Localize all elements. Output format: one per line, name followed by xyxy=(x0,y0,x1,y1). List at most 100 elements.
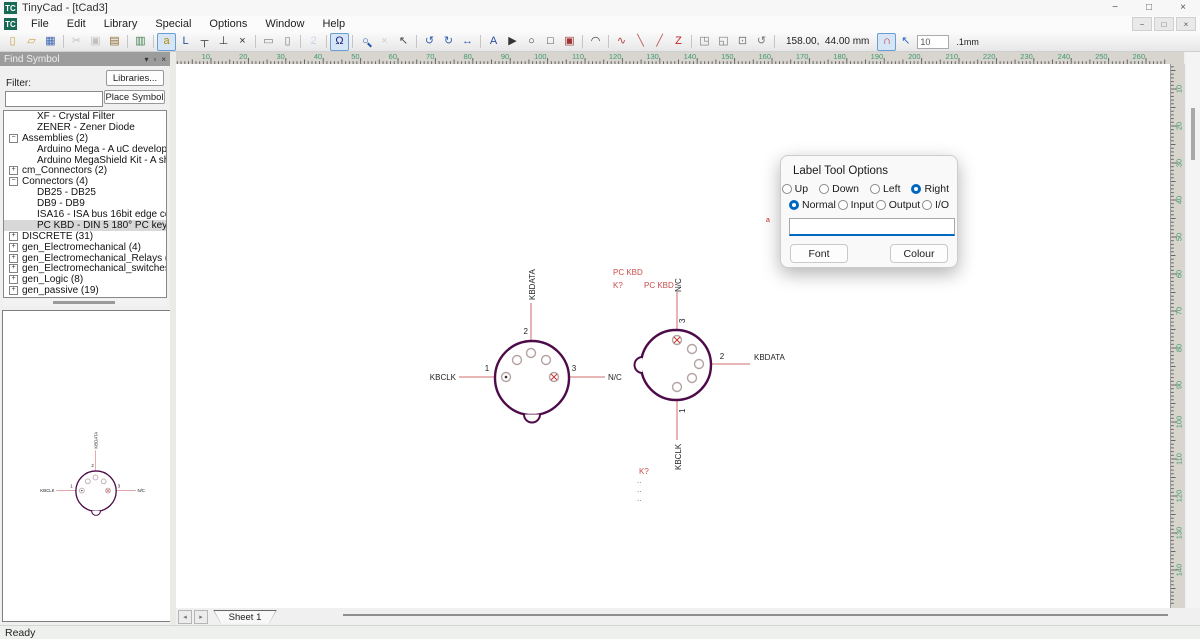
tree-item[interactable]: XF - Crystal Filter xyxy=(4,111,166,122)
toolbar-draw-line-back-button[interactable]: ╲ xyxy=(631,33,650,51)
minimize-icon[interactable]: − xyxy=(1098,0,1132,16)
toolbar-zoom-button[interactable]: ○ xyxy=(356,33,375,51)
mdi-close-icon[interactable]: × xyxy=(1176,17,1196,31)
toolbar-draw-rect-button[interactable]: □ xyxy=(541,33,560,51)
tree-item[interactable]: Arduino Mega - A uC developme xyxy=(4,144,166,155)
tree-item[interactable]: DB25 - DB25 xyxy=(4,187,166,198)
expand-icon[interactable]: + xyxy=(9,232,18,241)
radio-kind-io[interactable]: I/O xyxy=(922,199,949,211)
tree-item[interactable]: +cm_Connectors (2) xyxy=(4,165,166,176)
canvas-vscrollbar[interactable] xyxy=(1186,52,1200,608)
toolbar-draw-bus-button[interactable]: Z xyxy=(669,33,688,51)
toolbar-rotate-ccw-button[interactable]: ↺ xyxy=(420,33,439,51)
toolbar-draw-line-fwd-button[interactable]: ╱ xyxy=(650,33,669,51)
toolbar-ruler-v-button[interactable]: ▯ xyxy=(278,33,297,51)
collapse-icon[interactable]: − xyxy=(9,177,18,186)
tree-item[interactable]: −Connectors (4) xyxy=(4,176,166,187)
toolbar-delete-tool-button[interactable]: × xyxy=(233,33,252,51)
menu-file[interactable]: File xyxy=(22,16,58,32)
toolbar-save-button[interactable]: ▦ xyxy=(41,33,60,51)
toolbar-draw-arc-button[interactable]: ◠ xyxy=(586,33,605,51)
find-symbol-header[interactable]: Find Symbol ▾▫× xyxy=(0,52,170,66)
toolbar-ground-tool-button[interactable]: ⊥ xyxy=(214,33,233,51)
close-icon[interactable]: × xyxy=(161,55,166,64)
toolbar-open-button[interactable]: ▱ xyxy=(22,33,41,51)
toolbar-draw-polygon-button[interactable]: ▶ xyxy=(503,33,522,51)
expand-icon[interactable]: + xyxy=(9,275,18,284)
tree-item[interactable]: −Assemblies (2) xyxy=(4,133,166,144)
tree-item[interactable]: ISA16 - ISA bus 16bit edge conn xyxy=(4,209,166,220)
radio-direction-up[interactable]: Up xyxy=(782,183,808,195)
menu-library[interactable]: Library xyxy=(95,16,147,32)
menu-help[interactable]: Help xyxy=(313,16,354,32)
tree-item[interactable]: +gen_Logic (8) xyxy=(4,274,166,285)
tree-item[interactable]: +gen_Electromechanical (4) xyxy=(4,242,166,253)
close-icon[interactable]: × xyxy=(1166,0,1200,16)
tree-item[interactable]: DB9 - DB9 xyxy=(4,198,166,209)
menu-edit[interactable]: Edit xyxy=(58,16,95,32)
font-button[interactable]: Font xyxy=(790,244,848,263)
colour-button[interactable]: Colour xyxy=(890,244,948,263)
toolbar-pan-button[interactable]: ↖ xyxy=(896,33,915,51)
toolbar-print-button[interactable]: ▥ xyxy=(131,33,150,51)
mdi-restore-icon[interactable]: □ xyxy=(1154,17,1174,31)
toolbar-block-rotate-button[interactable]: ↺ xyxy=(752,33,771,51)
toolbar-paste-button[interactable]: ▤ xyxy=(105,33,124,51)
symbol-din-connector-left[interactable]: KBDATA KBCLK N/C 2 1 3 xyxy=(430,269,622,423)
toolbar-ruler-h-button[interactable]: ▭ xyxy=(259,33,278,51)
symbol-din-connector-left[interactable]: KBDATA KBCLK N/C 2 1 3 xyxy=(40,432,145,516)
label-text-input[interactable] xyxy=(789,218,955,236)
expand-icon[interactable]: + xyxy=(9,286,18,295)
toolbar-draw-label-button[interactable]: ▣ xyxy=(560,33,579,51)
tree-item[interactable]: +gen_passive (19) xyxy=(4,285,166,296)
tree-item[interactable]: +gen_Electromechanical_Relays (6) xyxy=(4,253,166,264)
toolbar-draw-wire-button[interactable]: ∿ xyxy=(612,33,631,51)
toolbar-select-cursor-button[interactable]: ↖ xyxy=(394,33,413,51)
toolbar-wire-tool-button[interactable]: L xyxy=(176,33,195,51)
tab-next-icon[interactable]: ▸ xyxy=(194,610,208,624)
tree-item[interactable]: ZENER - Zener Diode xyxy=(4,122,166,133)
tree-item-selected[interactable]: PC KBD - DIN 5 180° PC keyboar xyxy=(4,220,166,231)
toolbar-symbol-omega-button[interactable]: Ω xyxy=(330,33,349,51)
toolbar-block-copy-button[interactable]: ⊡ xyxy=(733,33,752,51)
expand-icon[interactable]: + xyxy=(9,264,18,273)
symbol-din-connector-right[interactable]: PC KBD K? PC KBD N/C 3 2 KBDATA 1 KBCLK xyxy=(613,268,785,503)
toolbar-new-button[interactable]: ▯ xyxy=(3,33,22,51)
radio-kind-input[interactable]: Input xyxy=(838,199,874,211)
radio-direction-right[interactable]: Right xyxy=(911,183,949,195)
radio-kind-normal[interactable]: Normal xyxy=(789,199,836,211)
radio-direction-down[interactable]: Down xyxy=(819,183,859,195)
toolbar-junction-tool-button[interactable]: ┬ xyxy=(195,33,214,51)
expand-icon[interactable]: + xyxy=(9,254,18,263)
expand-icon[interactable]: + xyxy=(9,166,18,175)
toolbar-text-tool-button[interactable]: a xyxy=(157,33,176,51)
menu-options[interactable]: Options xyxy=(200,16,256,32)
tab-prev-icon[interactable]: ◂ xyxy=(178,610,192,624)
toolbar-flip-button[interactable]: ↔ xyxy=(458,33,477,51)
grid-size-input[interactable] xyxy=(917,35,949,49)
tree-item[interactable]: +DISCRETE (31) xyxy=(4,231,166,242)
filter-input[interactable] xyxy=(5,91,103,107)
libraries-button[interactable]: Libraries... xyxy=(106,70,164,86)
restore-icon[interactable]: □ xyxy=(1132,0,1166,16)
canvas-hscrollbar[interactable] xyxy=(343,614,1168,616)
menu-window[interactable]: Window xyxy=(256,16,313,32)
place-symbol-button[interactable]: Place Symbol xyxy=(104,90,165,104)
toolbar-rotate-cw-button[interactable]: ↻ xyxy=(439,33,458,51)
tree-hscrollbar[interactable] xyxy=(3,299,167,306)
tree-item[interactable]: +gen_Electromechanical_switches (15 xyxy=(4,263,166,274)
radio-kind-output[interactable]: Output xyxy=(876,199,921,211)
tab-sheet1[interactable]: Sheet 1 xyxy=(213,610,277,624)
chevron-down-icon[interactable]: ▾ xyxy=(144,55,148,64)
toolbar-block-edit-button[interactable]: ◳ xyxy=(695,33,714,51)
toolbar-block-move-button[interactable]: ◱ xyxy=(714,33,733,51)
pin-icon[interactable]: ▫ xyxy=(153,55,156,64)
expand-icon[interactable]: + xyxy=(9,243,18,252)
mdi-minimize-icon[interactable]: − xyxy=(1132,17,1152,31)
toolbar-draw-ellipse-button[interactable]: ○ xyxy=(522,33,541,51)
toolbar-draw-text-button[interactable]: A xyxy=(484,33,503,51)
menu-special[interactable]: Special xyxy=(146,16,200,32)
schematic-canvas[interactable]: KBDATA KBCLK N/C 2 1 3 PC KBD K? P xyxy=(176,64,1170,608)
tree-item[interactable]: Arduino MegaShield Kit - A shield xyxy=(4,155,166,166)
radio-direction-left[interactable]: Left xyxy=(870,183,901,195)
